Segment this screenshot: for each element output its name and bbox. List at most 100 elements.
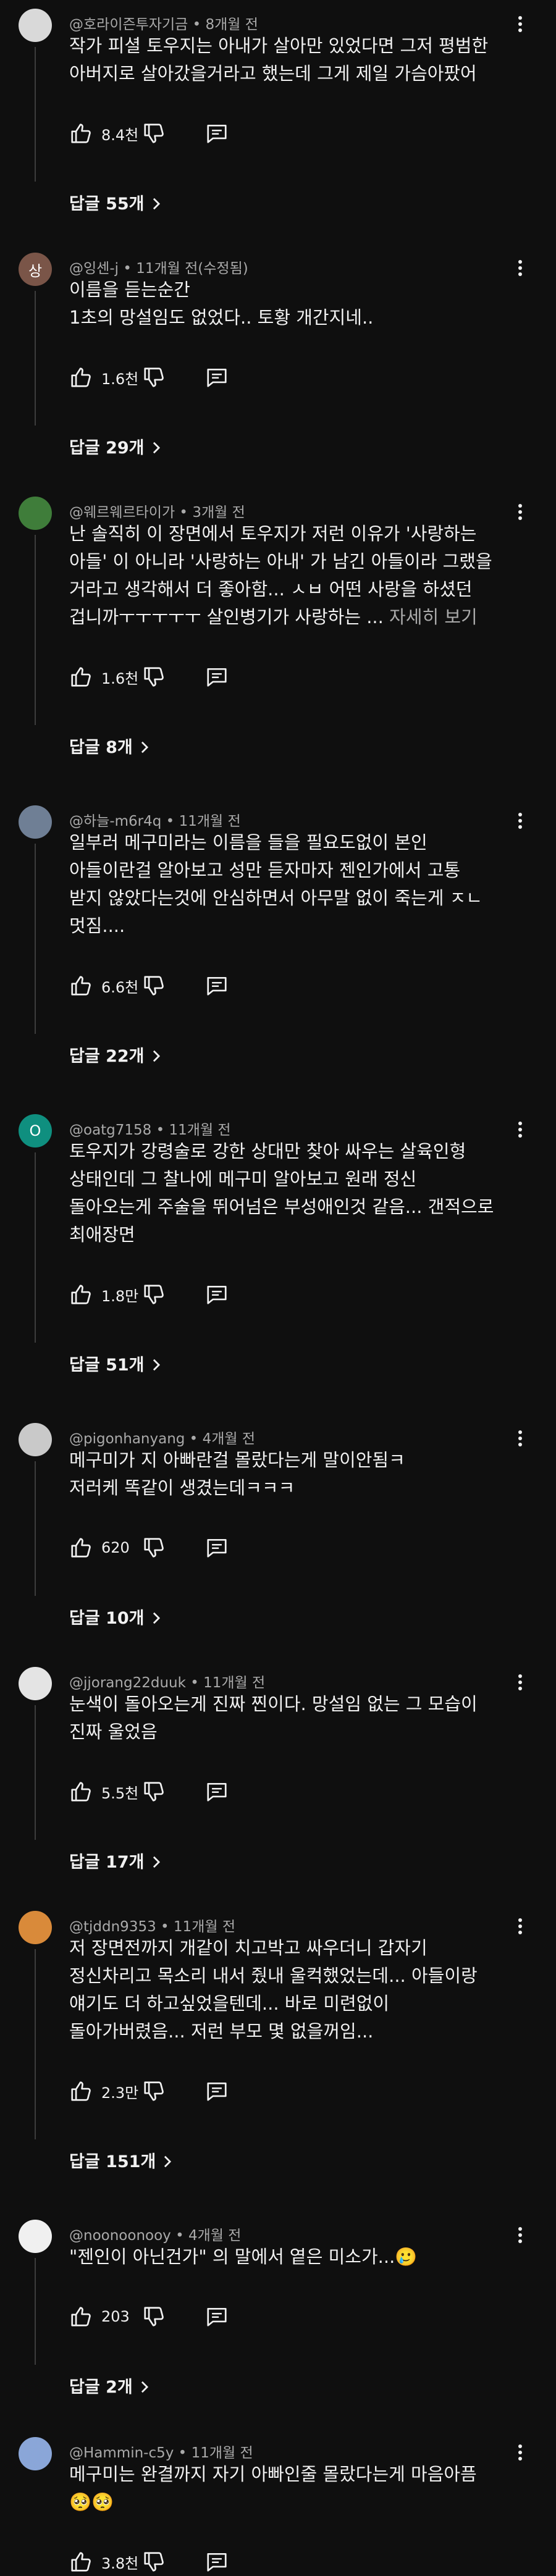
thumbs-down-icon[interactable] <box>142 1536 166 1559</box>
comment-text: 메구미가 지 아빠란걸 몰랐다는게 말이안됨ㅋ 저러케 똑같이 생겼는데ㅋㅋㅋ <box>69 1446 526 1502</box>
like-count: 5.5천 <box>101 1784 139 1802</box>
comment-text-line: 정신차리고 목소리 내서 줬내 울컥했었는데... 아들이랑 <box>69 1962 526 1990</box>
author-name[interactable]: @jjorang22duuk <box>69 1675 186 1691</box>
comment-time[interactable]: 11개월 전(수정됨) <box>136 261 248 277</box>
view-replies-button[interactable]: 답글 2개 <box>69 2373 150 2398</box>
thumbs-down-icon[interactable] <box>142 2305 166 2328</box>
view-replies-button[interactable]: 답글 151개 <box>69 2148 173 2172</box>
author-name[interactable]: @웨르웨르타이가 <box>69 505 175 521</box>
comment-time[interactable]: 11개월 전 <box>179 813 241 829</box>
author-name[interactable]: @noonoonooy <box>69 2228 171 2244</box>
view-replies-button[interactable]: 답글 8개 <box>69 734 150 758</box>
avatar[interactable]: O <box>19 1114 52 1147</box>
view-replies-button[interactable]: 답글 10개 <box>69 1605 162 1629</box>
thumbs-down-icon[interactable] <box>142 974 166 997</box>
thumbs-down-icon[interactable] <box>142 366 166 389</box>
comment-reply-icon[interactable] <box>205 665 229 689</box>
comment-text-line: 눈색이 돌아오는게 진짜 찐이다. 망설임 없는 그 모습이 <box>69 1690 526 1718</box>
avatar[interactable] <box>19 9 52 42</box>
thumbs-up-icon[interactable] <box>69 2079 93 2103</box>
read-more-link[interactable]: 자세히 보기 <box>389 606 478 627</box>
chevron-right-icon <box>140 2379 150 2393</box>
chevron-right-icon <box>152 1048 162 1062</box>
comment-line-text: 겁니까ㅜㅜㅜㅜㅜ 살인병기가 사랑하는 ... <box>69 606 384 627</box>
replies-count: 답글 2개 <box>69 2378 133 2397</box>
avatar[interactable] <box>19 2437 52 2470</box>
thumbs-down-icon[interactable] <box>142 1283 166 1306</box>
comment-reply-icon[interactable] <box>205 2305 229 2328</box>
author-name[interactable]: @oatg7158 <box>69 1122 151 1138</box>
comment-text-line: 이름을 듣는순간 <box>69 276 526 304</box>
view-replies-button[interactable]: 답글 51개 <box>69 1351 162 1375</box>
comment-text-line: 난 솔직히 이 장면에서 토우지가 저런 이유가 '사랑하는 <box>69 520 526 548</box>
author-name[interactable]: @호라이즌투자기금 <box>69 17 188 33</box>
author-name[interactable]: @Hammin-c5y <box>69 2445 174 2461</box>
thumbs-down-icon[interactable] <box>142 665 166 689</box>
comment-text-line: 받지 않았다는것에 안심하면서 아무말 없이 죽는게 ㅈㄴ <box>69 884 526 912</box>
thumbs-up-icon[interactable] <box>69 2305 93 2328</box>
like-count: 8.4천 <box>101 126 139 144</box>
avatar[interactable] <box>19 805 52 839</box>
thumbs-up-icon[interactable] <box>69 974 93 997</box>
comment-line-text: 아들이란걸 알아보고 성만 듣자마자 젠인가에서 고통 <box>69 860 461 881</box>
comment-reply-icon[interactable] <box>205 1536 229 1559</box>
thread-line <box>35 2258 36 2365</box>
comment-reply-icon[interactable] <box>205 366 229 389</box>
view-replies-button[interactable]: 답글 55개 <box>69 190 162 214</box>
comment-reply-icon[interactable] <box>205 122 229 145</box>
comment-time[interactable]: 3개월 전 <box>192 505 245 521</box>
comment-time[interactable]: 11개월 전 <box>174 1919 235 1935</box>
avatar[interactable] <box>19 1911 52 1944</box>
comment-text-line: 1초의 망설임도 없었다.. 토황 개간지네.. <box>69 304 526 332</box>
thumbs-down-icon[interactable] <box>142 122 166 145</box>
comment-line-text: 일부러 메구미라는 이름을 들을 필요도없이 본인 <box>69 832 428 853</box>
meta-separator: • <box>185 1431 203 1447</box>
thumbs-up-icon[interactable] <box>69 2550 93 2574</box>
replies-count: 답글 10개 <box>69 1609 145 1628</box>
comment-meta: @하늘-m6r4q • 11개월 전 <box>69 809 241 830</box>
comment-line-text: 거라고 생각해서 더 좋아함... ㅅㅂ 어떤 사랑을 하셨던 <box>69 579 473 600</box>
thumbs-up-icon[interactable] <box>69 1780 93 1803</box>
comment-item: @하늘-m6r4q • 11개월 전 일부러 메구미라는 이름을 들을 필요도없이… <box>0 797 556 1105</box>
chevron-right-icon <box>152 440 162 453</box>
comment-text: 저 장면전까지 개같이 치고박고 싸우더니 갑자기 정신차리고 목소리 내서 줬내… <box>69 1934 526 2045</box>
comment-reply-icon[interactable] <box>205 1780 229 1803</box>
author-name[interactable]: @하늘-m6r4q <box>69 813 161 829</box>
thumbs-down-icon[interactable] <box>142 1780 166 1803</box>
thumbs-up-icon[interactable] <box>69 665 93 689</box>
author-name[interactable]: @tjddn9353 <box>69 1919 156 1935</box>
comment-item: O @oatg7158 • 11개월 전 토우지가 강령술로 강한 상대만 찾아 싸… <box>0 1105 556 1414</box>
comment-time[interactable]: 11개월 전 <box>203 1675 265 1691</box>
view-replies-button[interactable]: 답글 17개 <box>69 1848 162 1873</box>
comment-meta: @pigonhanyang • 4개월 전 <box>69 1427 255 1448</box>
like-count: 1.8만 <box>101 1287 139 1305</box>
comment-time[interactable]: 11개월 전 <box>192 2445 253 2461</box>
thumbs-up-icon[interactable] <box>69 1536 93 1559</box>
comment-time[interactable]: 4개월 전 <box>203 1431 255 1447</box>
avatar[interactable] <box>19 2220 52 2253</box>
comment-time[interactable]: 8개월 전 <box>205 17 258 33</box>
avatar[interactable]: 상 <box>19 253 52 286</box>
avatar[interactable] <box>19 1667 52 1700</box>
thumbs-up-icon[interactable] <box>69 366 93 389</box>
meta-separator: • <box>161 813 179 829</box>
avatar[interactable] <box>19 1423 52 1456</box>
author-name[interactable]: @pigonhanyang <box>69 1431 185 1447</box>
comment-time[interactable]: 4개월 전 <box>188 2228 241 2244</box>
thumbs-up-icon[interactable] <box>69 1283 93 1306</box>
comment-actions: 5.5천 <box>69 1779 229 1804</box>
view-replies-button[interactable]: 답글 22개 <box>69 1043 162 1067</box>
comment-reply-icon[interactable] <box>205 2550 229 2574</box>
comment-reply-icon[interactable] <box>205 1283 229 1306</box>
thumbs-down-icon[interactable] <box>142 2079 166 2103</box>
comment-reply-icon[interactable] <box>205 974 229 997</box>
author-name[interactable]: @잉센-j <box>69 261 119 277</box>
comment-text-line: 아들이란걸 알아보고 성만 듣자마자 젠인가에서 고통 <box>69 857 526 884</box>
thumbs-down-icon[interactable] <box>142 2550 166 2574</box>
comment-time[interactable]: 11개월 전 <box>169 1122 231 1138</box>
avatar[interactable] <box>19 497 52 530</box>
thumbs-up-icon[interactable] <box>69 122 93 145</box>
comment-reply-icon[interactable] <box>205 2079 229 2103</box>
meta-separator: • <box>175 505 193 521</box>
view-replies-button[interactable]: 답글 29개 <box>69 434 162 458</box>
